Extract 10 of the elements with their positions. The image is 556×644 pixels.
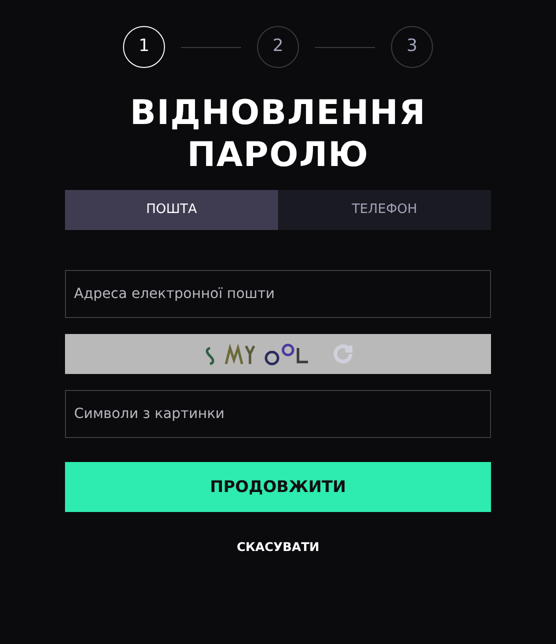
captcha-field[interactable]: Символи з картинки (65, 390, 491, 438)
continue-button[interactable]: ПРОДОВЖИТИ (65, 462, 491, 512)
page-title: ВІДНОВЛЕННЯ ПАРОЛЮ (128, 92, 428, 176)
cancel-link[interactable]: СКАСУВАТИ (236, 538, 320, 556)
step-indicator: 3 (391, 26, 433, 68)
tab[interactable]: ТЕЛЕФОН (278, 190, 491, 230)
step-indicator: 1 (123, 26, 165, 68)
tab[interactable]: ПОШТА (65, 190, 278, 230)
step-indicator: 2 (257, 26, 299, 68)
email-field[interactable]: Адреса електронної пошти (65, 270, 491, 318)
